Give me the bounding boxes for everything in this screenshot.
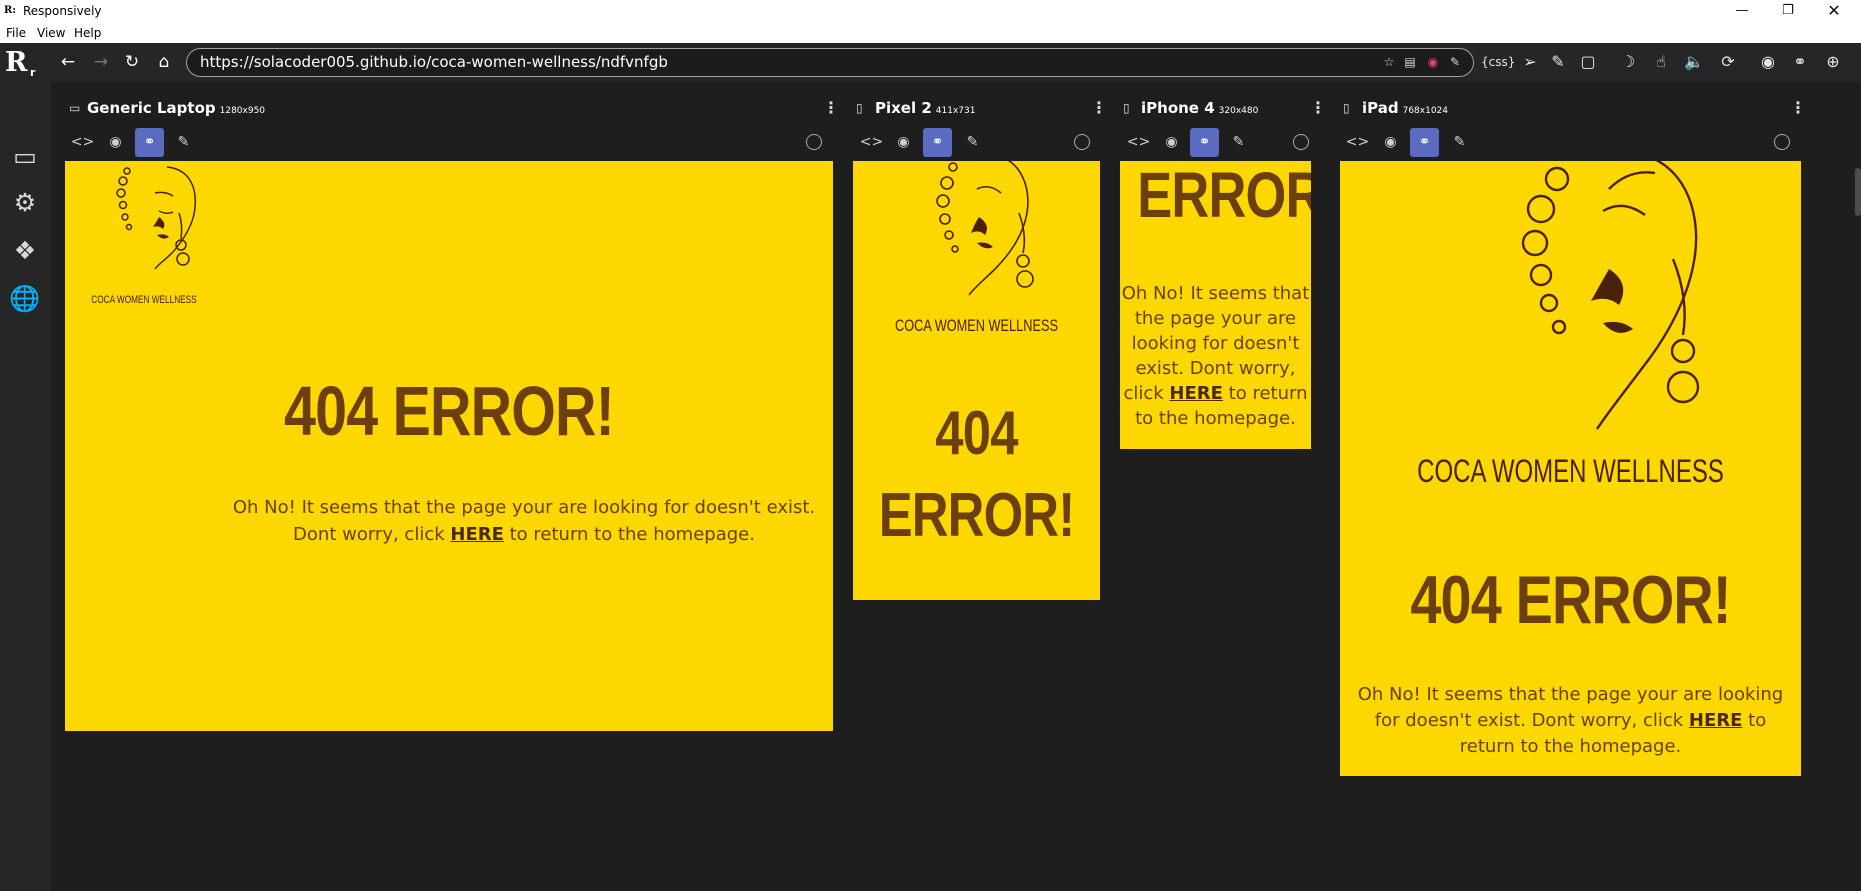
app-icon: R:: [4, 5, 17, 16]
address-bar[interactable]: https://solacoder005.github.io/coca-wome…: [186, 48, 1474, 77]
device-viewport-ipad[interactable]: COCA WOMEN WELLNESS 404 ERROR! Oh No! It…: [1340, 161, 1801, 776]
reload-icon[interactable]: ↻: [120, 50, 144, 74]
coca-logo-face: [1521, 161, 1700, 430]
extensions-puzzle-icon[interactable]: ❖: [8, 234, 42, 268]
sync-scroll-icon[interactable]: ⚭: [923, 128, 952, 157]
rotate-device-icon[interactable]: [1774, 134, 1790, 150]
inspect-element-icon[interactable]: ➢: [1517, 50, 1543, 74]
coca-logo-face: [936, 161, 1034, 296]
app-logo: Rr: [5, 47, 36, 80]
settings-gear-icon[interactable]: ⚙: [8, 186, 42, 220]
error-message: Oh No! It seems that the page your are l…: [1357, 684, 1784, 757]
error-heading: ERROR!: [1137, 161, 1311, 231]
sync-scroll-icon[interactable]: ⚭: [135, 128, 164, 157]
menu-bar: File View Help: [0, 23, 1861, 43]
rotate-icon[interactable]: ⟳: [1715, 50, 1741, 74]
device-menu-icon[interactable]: ⋮: [1790, 98, 1806, 117]
brand-name: COCA WOMEN WELLNESS: [895, 316, 1058, 335]
brand-name: COCA WOMEN WELLNESS: [91, 294, 197, 306]
edit-icon[interactable]: ✎: [958, 128, 987, 157]
home-link[interactable]: HERE: [1689, 710, 1743, 731]
devtools-icon[interactable]: <>: [1124, 128, 1153, 157]
laptop-icon: ▭: [69, 101, 81, 115]
screenshot-icon[interactable]: ◉: [889, 128, 918, 157]
touch-icon[interactable]: ☝: [1648, 50, 1674, 74]
storage-icon[interactable]: ▤: [1402, 53, 1418, 71]
back-icon[interactable]: ←: [56, 50, 80, 74]
devtools-icon[interactable]: <>: [857, 128, 886, 157]
sync-scroll-icon[interactable]: ⚭: [1190, 128, 1219, 157]
phone-icon: ▯: [1123, 101, 1130, 115]
home-link[interactable]: HERE: [1169, 383, 1223, 404]
device-viewport-iphone4[interactable]: ERROR! Oh No! It seems that the page you…: [1120, 161, 1311, 449]
screenshot-icon[interactable]: ◉: [101, 128, 130, 157]
edit-icon[interactable]: ✎: [169, 128, 198, 157]
camera-icon[interactable]: ◉: [1755, 50, 1781, 74]
home-link[interactable]: HERE: [450, 524, 504, 545]
screenshot-zoom-icon[interactable]: ▢: [1575, 50, 1601, 74]
tablet-icon: ▯: [1343, 101, 1350, 115]
minimize-icon[interactable]: —: [1719, 0, 1765, 23]
device-title-ipad: iPad 768x1024: [1362, 99, 1449, 117]
error-heading: 404 ERROR!: [878, 399, 1075, 550]
scrollbar[interactable]: [1855, 168, 1861, 216]
mute-icon[interactable]: 🔈: [1681, 50, 1707, 74]
restore-icon[interactable]: ❐: [1765, 0, 1811, 23]
globe-icon[interactable]: 🌐: [8, 282, 42, 316]
menu-help[interactable]: Help: [74, 26, 101, 40]
url-text: https://solacoder005.github.io/coca-wome…: [200, 53, 668, 71]
rotate-device-icon[interactable]: [806, 134, 822, 150]
devtools-icon[interactable]: <>: [1343, 128, 1372, 157]
close-icon[interactable]: ✕: [1811, 0, 1857, 23]
edit-icon[interactable]: ✎: [1545, 50, 1571, 74]
device-menu-icon[interactable]: ⋮: [1091, 98, 1107, 117]
dark-mode-icon[interactable]: ☽: [1615, 50, 1641, 74]
permissions-icon[interactable]: ✎: [1447, 53, 1463, 71]
device-viewport-laptop[interactable]: COCA WOMEN WELLNESS 404 ERROR! Oh No! It…: [65, 161, 833, 731]
device-title-iphone4: iPhone 4 320x480: [1141, 99, 1259, 117]
edit-icon[interactable]: ✎: [1445, 128, 1474, 157]
devtools-icon[interactable]: <>: [68, 128, 97, 157]
window-title: Responsively: [23, 4, 102, 18]
error-heading: 404 ERROR!: [1410, 562, 1731, 638]
brand-name: COCA WOMEN WELLNESS: [1417, 453, 1724, 489]
sync-scroll-icon[interactable]: ⚭: [1410, 128, 1439, 157]
screenshot-icon[interactable]: ◉: [1157, 128, 1186, 157]
home-icon[interactable]: ⌂: [152, 50, 176, 74]
coca-logo-face: [116, 166, 197, 270]
menu-view[interactable]: View: [37, 26, 65, 40]
error-message: Oh No! It seems that the page your are l…: [1121, 283, 1310, 429]
device-title-pixel2: Pixel 2 411x731: [875, 99, 976, 117]
device-viewport-pixel2[interactable]: COCA WOMEN WELLNESS 404 ERROR!: [853, 161, 1100, 600]
zoom-in-icon[interactable]: ⊕: [1820, 50, 1846, 74]
css-icon[interactable]: {css}: [1481, 50, 1515, 74]
error-heading: 404 ERROR!: [284, 372, 615, 450]
devices-icon[interactable]: ▭: [8, 140, 42, 174]
menu-file[interactable]: File: [6, 26, 26, 40]
device-title-laptop: Generic Laptop 1280x950: [87, 99, 266, 117]
phone-icon: ▯: [856, 101, 863, 115]
screenshot-icon[interactable]: ◉: [1376, 128, 1405, 157]
bookmark-star-icon[interactable]: ☆: [1381, 53, 1397, 71]
device-menu-icon[interactable]: ⋮: [823, 98, 839, 117]
link-icon[interactable]: ⚭: [1787, 50, 1813, 74]
edit-icon[interactable]: ✎: [1224, 128, 1253, 157]
clear-cookies-icon[interactable]: ◉: [1425, 53, 1441, 71]
error-message: Oh No! It seems that the page your are l…: [232, 497, 816, 545]
forward-icon[interactable]: →: [89, 50, 113, 74]
rotate-device-icon[interactable]: [1293, 134, 1309, 150]
title-bar: R: Responsively — ❐ ✕: [0, 0, 1861, 23]
device-menu-icon[interactable]: ⋮: [1310, 98, 1326, 117]
rotate-device-icon[interactable]: [1074, 134, 1090, 150]
